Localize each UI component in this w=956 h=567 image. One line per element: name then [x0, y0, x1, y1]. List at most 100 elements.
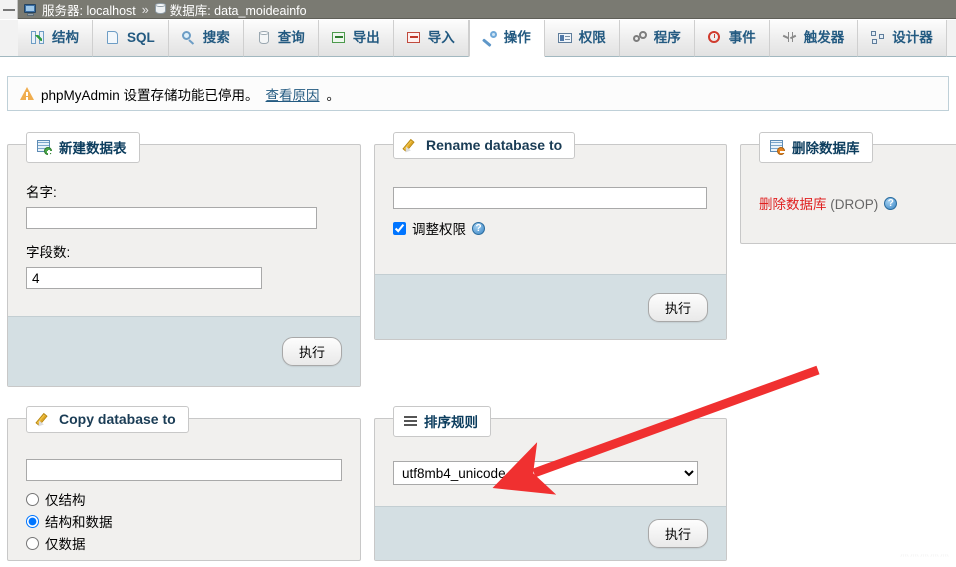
warning-text: phpMyAdmin 设置存储功能已停用。 — [41, 84, 259, 104]
copy-option-structure-only-label: 仅结构 — [45, 489, 86, 509]
tab-events-label: 事件 — [729, 31, 756, 45]
tab-triggers-label: 触发器 — [804, 31, 845, 45]
clock-icon — [708, 31, 723, 45]
tab-structure[interactable]: 结构 — [18, 20, 93, 57]
tab-structure-label: 结构 — [52, 31, 79, 45]
panel-copy-database-title: Copy database to — [59, 411, 176, 427]
new-table-icon — [37, 140, 52, 154]
warning-link[interactable]: 查看原因 — [266, 84, 320, 104]
tab-privileges-label: 权限 — [579, 31, 606, 45]
copy-option-structure-and-data-label: 结构和数据 — [45, 511, 113, 531]
import-icon — [407, 31, 422, 45]
tab-query-label: 查询 — [278, 31, 305, 45]
panel-drop-database: 删除数据库 删除数据库 (DROP) — [740, 144, 956, 244]
panel-collation-title: 排序规则 — [424, 411, 478, 431]
rename-adjust-privileges-row: 调整权限 — [393, 218, 708, 238]
rename-adjust-privileges-label: 调整权限 — [412, 218, 466, 238]
monitor-icon — [24, 4, 38, 16]
tab-bar: 结构 SQL 搜索 查询 导出 导入 操作 权限 — [0, 20, 956, 57]
tab-export[interactable]: 导出 — [319, 20, 394, 57]
drop-database-link[interactable]: 删除数据库 (DROP) — [759, 193, 878, 213]
tab-sql[interactable]: SQL — [93, 20, 169, 57]
nav-collapse-strip[interactable] — [0, 0, 18, 19]
pencil-icon — [404, 138, 419, 152]
panel-copy-database: Copy database to 仅结构 结构和数据 仅数据 — [7, 418, 361, 561]
create-table-name-input[interactable] — [26, 207, 317, 229]
copy-option-data-only-radio[interactable] — [26, 537, 39, 550]
tab-designer-label: 设计器 — [892, 31, 933, 45]
query-icon — [257, 31, 272, 45]
panel-create-table: 新建数据表 名字: 字段数: 执行 — [7, 144, 361, 387]
breadcrumb-bar: 服务器: localhost » 数据库: data_moideainfo — [0, 0, 956, 19]
breadcrumb-server[interactable]: 服务器: localhost — [42, 0, 136, 19]
panel-drop-database-legend: 删除数据库 — [759, 132, 873, 163]
tab-search[interactable]: 搜索 — [169, 20, 244, 57]
drop-database-paren: (DROP) — [830, 197, 878, 212]
rename-adjust-privileges-checkbox[interactable] — [393, 222, 406, 235]
tab-operations[interactable]: 操作 — [469, 20, 545, 57]
copy-database-input[interactable] — [26, 459, 342, 481]
tab-import-label: 导入 — [428, 31, 455, 45]
panel-drop-database-title: 删除数据库 — [792, 137, 860, 157]
search-icon — [182, 31, 197, 45]
tab-export-label: 导出 — [353, 31, 380, 45]
tab-routines[interactable]: 程序 — [620, 20, 695, 57]
panel-rename-database-title: Rename database to — [426, 137, 562, 153]
tab-query[interactable]: 查询 — [244, 20, 319, 57]
copy-option-data-only[interactable]: 仅数据 — [26, 533, 342, 553]
copy-option-structure-only[interactable]: 仅结构 — [26, 489, 342, 509]
help-icon[interactable] — [472, 222, 485, 235]
create-table-name-label: 名字: — [26, 181, 342, 201]
panel-create-table-title: 新建数据表 — [59, 137, 127, 157]
sql-icon — [106, 31, 121, 45]
rename-database-submit-button[interactable]: 执行 — [648, 293, 708, 322]
copy-option-structure-and-data-radio[interactable] — [26, 515, 39, 528]
collation-submit-button[interactable]: 执行 — [648, 519, 708, 548]
copy-option-structure-only-radio[interactable] — [26, 493, 39, 506]
warning-icon — [20, 87, 34, 100]
tab-triggers[interactable]: 触发器 — [770, 20, 859, 57]
collation-select[interactable]: utf8mb4_unicode_ci — [393, 461, 698, 485]
config-storage-warning: phpMyAdmin 设置存储功能已停用。查看原因。 — [7, 76, 949, 111]
nav-collapse-icon — [3, 9, 15, 11]
create-table-columns-input[interactable] — [26, 267, 262, 289]
wrench-icon — [483, 31, 498, 45]
export-icon — [332, 31, 347, 45]
breadcrumb-database[interactable]: 数据库: data_moideainfo — [170, 0, 307, 19]
tab-routines-label: 程序 — [654, 31, 681, 45]
create-table-submit-button[interactable]: 执行 — [282, 337, 342, 366]
database-icon — [155, 3, 166, 16]
structure-icon — [31, 31, 46, 45]
panel-rename-database: Rename database to 调整权限 执行 — [374, 144, 727, 340]
panel-rename-database-legend: Rename database to — [393, 132, 575, 159]
panel-copy-database-legend: Copy database to — [26, 406, 189, 433]
panel-create-table-legend: 新建数据表 — [26, 132, 140, 163]
gears-icon — [633, 31, 648, 45]
pencil-icon — [37, 412, 52, 426]
create-table-columns-label: 字段数: — [26, 241, 342, 261]
rename-database-input[interactable] — [393, 187, 707, 209]
privileges-icon — [558, 31, 573, 45]
copy-option-structure-and-data[interactable]: 结构和数据 — [26, 511, 342, 531]
tab-list: 结构 SQL 搜索 查询 导出 导入 操作 权限 — [0, 20, 956, 57]
designer-icon — [871, 31, 886, 45]
tab-operations-label: 操作 — [504, 31, 531, 45]
collation-icon — [404, 415, 417, 427]
warning-text-suffix: 。 — [327, 84, 341, 104]
panel-collation: 排序规则 utf8mb4_unicode_ci 执行 — [374, 418, 727, 561]
copy-option-data-only-label: 仅数据 — [45, 533, 86, 553]
panel-collation-legend: 排序规则 — [393, 406, 491, 437]
drop-table-icon — [770, 140, 785, 154]
drop-database-link-text: 删除数据库 — [759, 197, 827, 212]
help-icon[interactable] — [884, 197, 897, 210]
tab-events[interactable]: 事件 — [695, 20, 770, 57]
breadcrumb: 服务器: localhost » 数据库: data_moideainfo — [24, 0, 307, 19]
watermark-text: 灬灬灬灬灬 — [900, 546, 950, 559]
breadcrumb-separator: » — [142, 3, 149, 17]
tab-sql-label: SQL — [127, 31, 155, 45]
tab-import[interactable]: 导入 — [394, 20, 469, 57]
tab-search-label: 搜索 — [203, 31, 230, 45]
tab-privileges[interactable]: 权限 — [545, 20, 620, 57]
tab-designer[interactable]: 设计器 — [858, 20, 947, 57]
triggers-icon — [783, 31, 798, 45]
